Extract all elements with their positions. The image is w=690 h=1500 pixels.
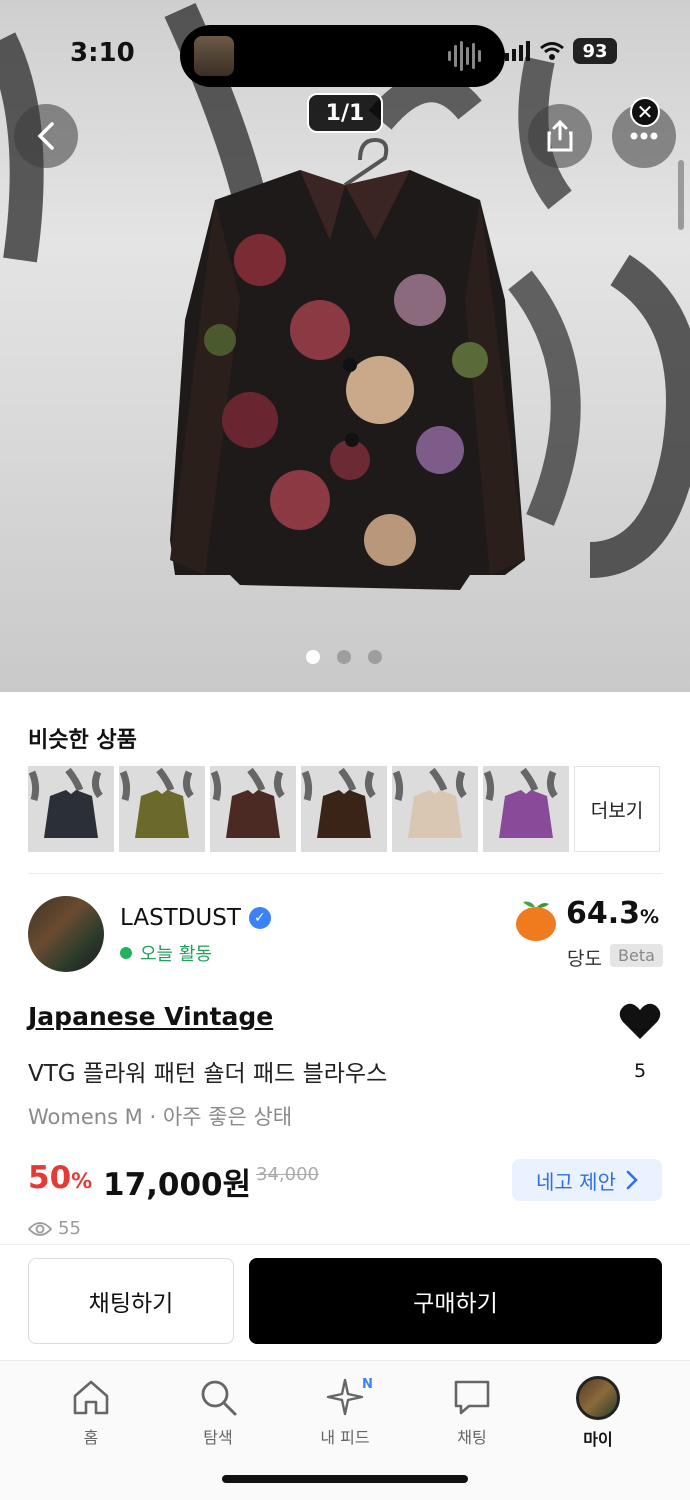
tab-search[interactable]: 탐색 xyxy=(163,1376,273,1448)
similar-product-thumbnail[interactable] xyxy=(392,766,478,852)
original-price: 34,000 xyxy=(256,1164,319,1185)
scrollbar[interactable] xyxy=(678,160,684,230)
nego-offer-button[interactable]: 네고 제안 xyxy=(512,1159,662,1201)
similar-product-image xyxy=(301,766,387,852)
wifi-icon xyxy=(540,42,564,60)
similar-product-thumbnail[interactable] xyxy=(301,766,387,852)
product-name: VTG 플라워 패턴 숄더 패드 블라우스 xyxy=(28,1061,388,1087)
divider xyxy=(28,873,662,874)
chat-button[interactable]: 채팅하기 xyxy=(28,1258,234,1344)
similar-product-thumbnail[interactable] xyxy=(483,766,569,852)
tab-label: 홈 xyxy=(83,1428,99,1447)
chat-bubble-icon xyxy=(454,1380,490,1415)
close-icon: ✕ xyxy=(636,100,654,124)
see-more-button[interactable]: 더보기 xyxy=(574,766,660,852)
carousel-dot[interactable] xyxy=(337,650,351,664)
dynamic-island xyxy=(180,25,505,87)
back-button[interactable] xyxy=(14,104,78,168)
similar-product-image xyxy=(210,766,296,852)
product-photo[interactable]: 3:10 93 1/1 ✕ xyxy=(0,0,690,692)
share-icon xyxy=(547,119,573,152)
tab-label: 내 피드 xyxy=(320,1428,370,1447)
discount-value: 50 xyxy=(28,1160,72,1196)
home-indicator[interactable] xyxy=(222,1475,468,1483)
carousel-dot[interactable] xyxy=(368,650,382,664)
sparkle-icon xyxy=(326,1378,364,1416)
share-button[interactable] xyxy=(528,104,592,168)
tab-chat[interactable]: 채팅 xyxy=(417,1376,527,1448)
discount-unit: % xyxy=(71,1169,93,1193)
similar-product-image xyxy=(28,766,114,852)
offer-label: 네고 제안 xyxy=(536,1169,616,1194)
chevron-right-icon xyxy=(626,1170,638,1190)
like-heart-icon[interactable] xyxy=(618,1001,662,1041)
sweetness-value: 64.3 xyxy=(566,896,641,931)
close-button[interactable]: ✕ xyxy=(630,97,660,127)
new-badge: N xyxy=(362,1377,373,1392)
tab-home[interactable]: 홈 xyxy=(36,1376,146,1448)
carousel-dot[interactable] xyxy=(306,650,320,664)
seller-activity: 오늘 활동 xyxy=(120,940,212,966)
view-count-value: 55 xyxy=(58,1218,81,1239)
seller-avatar[interactable] xyxy=(28,896,104,972)
sweetness-label: 당도 xyxy=(567,948,602,970)
similar-product-image xyxy=(392,766,478,852)
tab-my[interactable]: 마이 xyxy=(543,1376,653,1450)
now-playing-thumbnail xyxy=(194,36,234,76)
similar-product-thumbnail[interactable] xyxy=(28,766,114,852)
similar-product-image xyxy=(119,766,205,852)
tab-label: 마이 xyxy=(583,1430,613,1449)
image-counter: 1/1 xyxy=(307,93,383,133)
status-time: 3:10 xyxy=(70,38,135,68)
similar-product-thumbnail[interactable] xyxy=(210,766,296,852)
tab-my-feed[interactable]: 내 피드 xyxy=(290,1376,400,1448)
view-count: 55 xyxy=(28,1218,81,1239)
signal-icon xyxy=(505,41,530,61)
verified-check-icon: ✓ xyxy=(248,907,271,929)
profile-avatar xyxy=(576,1376,620,1420)
product-meta: Womens M · 아주 좋은 상태 xyxy=(28,1105,293,1129)
carousel-dots[interactable] xyxy=(306,650,382,664)
search-icon xyxy=(201,1380,237,1416)
similar-products-title: 비슷한 상품 xyxy=(28,728,137,753)
more-dots-icon xyxy=(630,132,658,140)
brand-link[interactable]: Japanese Vintage xyxy=(28,1002,273,1031)
discount-rate: 50% xyxy=(28,1160,92,1196)
status-icons: 93 xyxy=(505,38,617,64)
sweetness-score: 64.3% xyxy=(566,896,659,931)
similar-product-image xyxy=(483,766,569,852)
buy-button[interactable]: 구매하기 xyxy=(249,1258,662,1344)
chevron-left-icon xyxy=(37,122,54,150)
sale-price: 17,000원 xyxy=(103,1167,252,1203)
seller-name-row[interactable]: LASTDUST ✓ xyxy=(120,905,271,931)
beta-badge: Beta xyxy=(610,944,663,967)
like-count: 5 xyxy=(634,1060,647,1082)
tab-label: 채팅 xyxy=(457,1428,487,1447)
eye-icon xyxy=(28,1221,52,1236)
sweetness-unit: % xyxy=(640,906,660,928)
audio-wave-icon xyxy=(448,41,481,71)
similar-products-row: 더보기 xyxy=(28,766,660,852)
home-icon xyxy=(73,1380,109,1415)
tab-label: 탐색 xyxy=(203,1428,233,1447)
battery-indicator: 93 xyxy=(573,38,617,64)
orange-fruit-icon xyxy=(516,901,556,941)
online-dot-icon xyxy=(120,947,132,959)
seller-name[interactable]: LASTDUST xyxy=(120,905,241,931)
activity-text: 오늘 활동 xyxy=(140,944,212,965)
similar-product-thumbnail[interactable] xyxy=(119,766,205,852)
